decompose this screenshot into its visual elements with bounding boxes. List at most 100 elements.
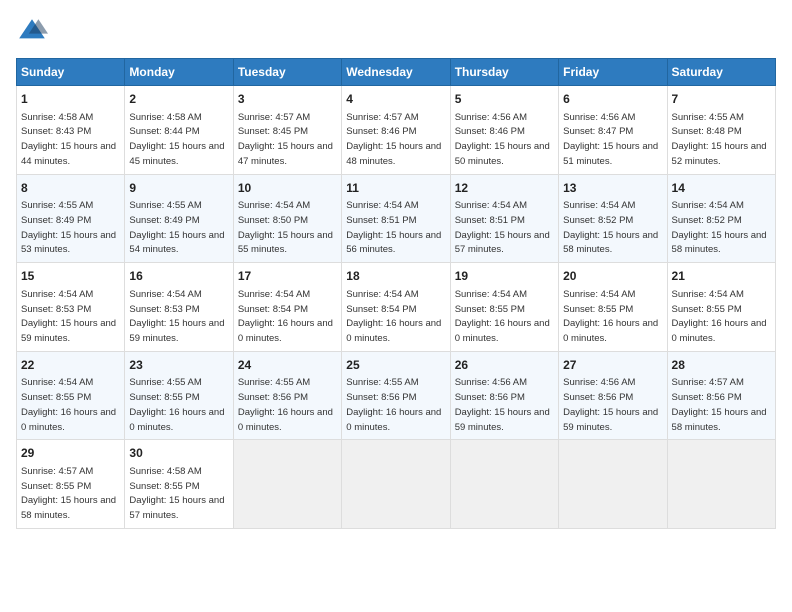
day-number: 25 — [346, 357, 445, 374]
day-info: Sunrise: 4:54 AMSunset: 8:53 PMDaylight:… — [129, 289, 224, 344]
page-header — [16, 16, 776, 48]
calendar-cell: 1 Sunrise: 4:58 AMSunset: 8:43 PMDaylight… — [17, 86, 125, 175]
calendar-cell: 16 Sunrise: 4:54 AMSunset: 8:53 PMDayligh… — [125, 263, 233, 352]
calendar-cell — [559, 440, 667, 529]
day-number: 18 — [346, 268, 445, 285]
day-number: 4 — [346, 91, 445, 108]
day-info: Sunrise: 4:54 AMSunset: 8:54 PMDaylight:… — [346, 289, 441, 344]
day-info: Sunrise: 4:57 AMSunset: 8:45 PMDaylight:… — [238, 112, 333, 167]
calendar-cell: 4 Sunrise: 4:57 AMSunset: 8:46 PMDaylight… — [342, 86, 450, 175]
day-number: 13 — [563, 180, 662, 197]
day-number: 21 — [672, 268, 771, 285]
day-info: Sunrise: 4:56 AMSunset: 8:47 PMDaylight:… — [563, 112, 658, 167]
day-info: Sunrise: 4:54 AMSunset: 8:55 PMDaylight:… — [21, 377, 116, 432]
calendar-cell: 17Sunrise: 4:54 AMSunset: 8:54 PMDayligh… — [233, 263, 341, 352]
day-info: Sunrise: 4:54 AMSunset: 8:55 PMDaylight:… — [455, 289, 550, 344]
day-number: 20 — [563, 268, 662, 285]
day-info: Sunrise: 4:54 AMSunset: 8:51 PMDaylight:… — [455, 200, 550, 255]
calendar-header-row: SundayMondayTuesdayWednesdayThursdayFrid… — [17, 59, 776, 86]
day-number: 24 — [238, 357, 337, 374]
day-number: 2 — [129, 91, 228, 108]
calendar-week-row: 15 Sunrise: 4:54 AMSunset: 8:53 PMDayligh… — [17, 263, 776, 352]
day-info: Sunrise: 4:57 AMSunset: 8:55 PMDaylight:… — [21, 466, 116, 521]
day-info: Sunrise: 4:56 AMSunset: 8:46 PMDaylight:… — [455, 112, 550, 167]
day-number: 1 — [21, 91, 120, 108]
day-info: Sunrise: 4:55 AMSunset: 8:56 PMDaylight:… — [238, 377, 333, 432]
calendar-cell: 15 Sunrise: 4:54 AMSunset: 8:53 PMDayligh… — [17, 263, 125, 352]
calendar-cell: 14 Sunrise: 4:54 AMSunset: 8:52 PMDayligh… — [667, 174, 775, 263]
day-number: 22 — [21, 357, 120, 374]
header-tuesday: Tuesday — [233, 59, 341, 86]
day-number: 3 — [238, 91, 337, 108]
calendar-cell: 2 Sunrise: 4:58 AMSunset: 8:44 PMDaylight… — [125, 86, 233, 175]
calendar-cell: 23 Sunrise: 4:55 AMSunset: 8:55 PMDayligh… — [125, 351, 233, 440]
day-number: 9 — [129, 180, 228, 197]
calendar-week-row: 29 Sunrise: 4:57 AMSunset: 8:55 PMDayligh… — [17, 440, 776, 529]
calendar-cell: 11 Sunrise: 4:54 AMSunset: 8:51 PMDayligh… — [342, 174, 450, 263]
calendar-cell: 26 Sunrise: 4:56 AMSunset: 8:56 PMDayligh… — [450, 351, 558, 440]
day-info: Sunrise: 4:55 AMSunset: 8:56 PMDaylight:… — [346, 377, 441, 432]
day-info: Sunrise: 4:55 AMSunset: 8:49 PMDaylight:… — [129, 200, 224, 255]
day-number: 11 — [346, 180, 445, 197]
calendar-cell: 9 Sunrise: 4:55 AMSunset: 8:49 PMDaylight… — [125, 174, 233, 263]
calendar-cell: 8Sunrise: 4:55 AMSunset: 8:49 PMDaylight… — [17, 174, 125, 263]
calendar-cell: 6 Sunrise: 4:56 AMSunset: 8:47 PMDaylight… — [559, 86, 667, 175]
day-number: 6 — [563, 91, 662, 108]
calendar-week-row: 22 Sunrise: 4:54 AMSunset: 8:55 PMDayligh… — [17, 351, 776, 440]
day-number: 15 — [21, 268, 120, 285]
day-number: 12 — [455, 180, 554, 197]
day-number: 14 — [672, 180, 771, 197]
calendar-cell: 27Sunrise: 4:56 AMSunset: 8:56 PMDayligh… — [559, 351, 667, 440]
logo-icon — [16, 16, 48, 48]
day-number: 28 — [672, 357, 771, 374]
day-number: 16 — [129, 268, 228, 285]
day-info: Sunrise: 4:56 AMSunset: 8:56 PMDaylight:… — [455, 377, 550, 432]
day-info: Sunrise: 4:55 AMSunset: 8:48 PMDaylight:… — [672, 112, 767, 167]
calendar-cell: 5Sunrise: 4:56 AMSunset: 8:46 PMDaylight… — [450, 86, 558, 175]
day-number: 30 — [129, 445, 228, 462]
calendar-cell: 25 Sunrise: 4:55 AMSunset: 8:56 PMDayligh… — [342, 351, 450, 440]
day-number: 7 — [672, 91, 771, 108]
day-info: Sunrise: 4:54 AMSunset: 8:52 PMDaylight:… — [672, 200, 767, 255]
calendar-cell — [450, 440, 558, 529]
day-info: Sunrise: 4:54 AMSunset: 8:52 PMDaylight:… — [563, 200, 658, 255]
calendar-cell: 19 Sunrise: 4:54 AMSunset: 8:55 PMDayligh… — [450, 263, 558, 352]
day-info: Sunrise: 4:58 AMSunset: 8:44 PMDaylight:… — [129, 112, 224, 167]
day-number: 19 — [455, 268, 554, 285]
calendar-cell: 24 Sunrise: 4:55 AMSunset: 8:56 PMDayligh… — [233, 351, 341, 440]
day-number: 8 — [21, 180, 120, 197]
calendar-cell: 29 Sunrise: 4:57 AMSunset: 8:55 PMDayligh… — [17, 440, 125, 529]
calendar-cell: 21 Sunrise: 4:54 AMSunset: 8:55 PMDayligh… — [667, 263, 775, 352]
day-info: Sunrise: 4:58 AMSunset: 8:43 PMDaylight:… — [21, 112, 116, 167]
calendar-table: SundayMondayTuesdayWednesdayThursdayFrid… — [16, 58, 776, 529]
logo — [16, 16, 52, 48]
day-number: 27 — [563, 357, 662, 374]
calendar-cell: 12 Sunrise: 4:54 AMSunset: 8:51 PMDayligh… — [450, 174, 558, 263]
header-monday: Monday — [125, 59, 233, 86]
header-thursday: Thursday — [450, 59, 558, 86]
day-number: 23 — [129, 357, 228, 374]
calendar-cell: 30Sunrise: 4:58 AMSunset: 8:55 PMDayligh… — [125, 440, 233, 529]
header-friday: Friday — [559, 59, 667, 86]
day-number: 17 — [238, 268, 337, 285]
day-info: Sunrise: 4:54 AMSunset: 8:55 PMDaylight:… — [672, 289, 767, 344]
calendar-cell — [233, 440, 341, 529]
calendar-cell: 7 Sunrise: 4:55 AMSunset: 8:48 PMDaylight… — [667, 86, 775, 175]
header-saturday: Saturday — [667, 59, 775, 86]
day-number: 26 — [455, 357, 554, 374]
calendar-cell: 13 Sunrise: 4:54 AMSunset: 8:52 PMDayligh… — [559, 174, 667, 263]
calendar-cell — [342, 440, 450, 529]
day-number: 29 — [21, 445, 120, 462]
calendar-cell: 3 Sunrise: 4:57 AMSunset: 8:45 PMDaylight… — [233, 86, 341, 175]
header-wednesday: Wednesday — [342, 59, 450, 86]
day-info: Sunrise: 4:55 AMSunset: 8:55 PMDaylight:… — [129, 377, 224, 432]
calendar-cell: 22 Sunrise: 4:54 AMSunset: 8:55 PMDayligh… — [17, 351, 125, 440]
calendar-cell — [667, 440, 775, 529]
day-info: Sunrise: 4:54 AMSunset: 8:53 PMDaylight:… — [21, 289, 116, 344]
calendar-week-row: 8 Sunrise: 4:55 AMSunset: 8:49 PMDaylight… — [17, 174, 776, 263]
day-info: Sunrise: 4:57 AMSunset: 8:46 PMDaylight:… — [346, 112, 441, 167]
day-number: 10 — [238, 180, 337, 197]
day-info: Sunrise: 4:54 AMSunset: 8:51 PMDaylight:… — [346, 200, 441, 255]
calendar-week-row: 1 Sunrise: 4:58 AMSunset: 8:43 PMDaylight… — [17, 86, 776, 175]
calendar-cell: 10Sunrise: 4:54 AMSunset: 8:50 PMDayligh… — [233, 174, 341, 263]
